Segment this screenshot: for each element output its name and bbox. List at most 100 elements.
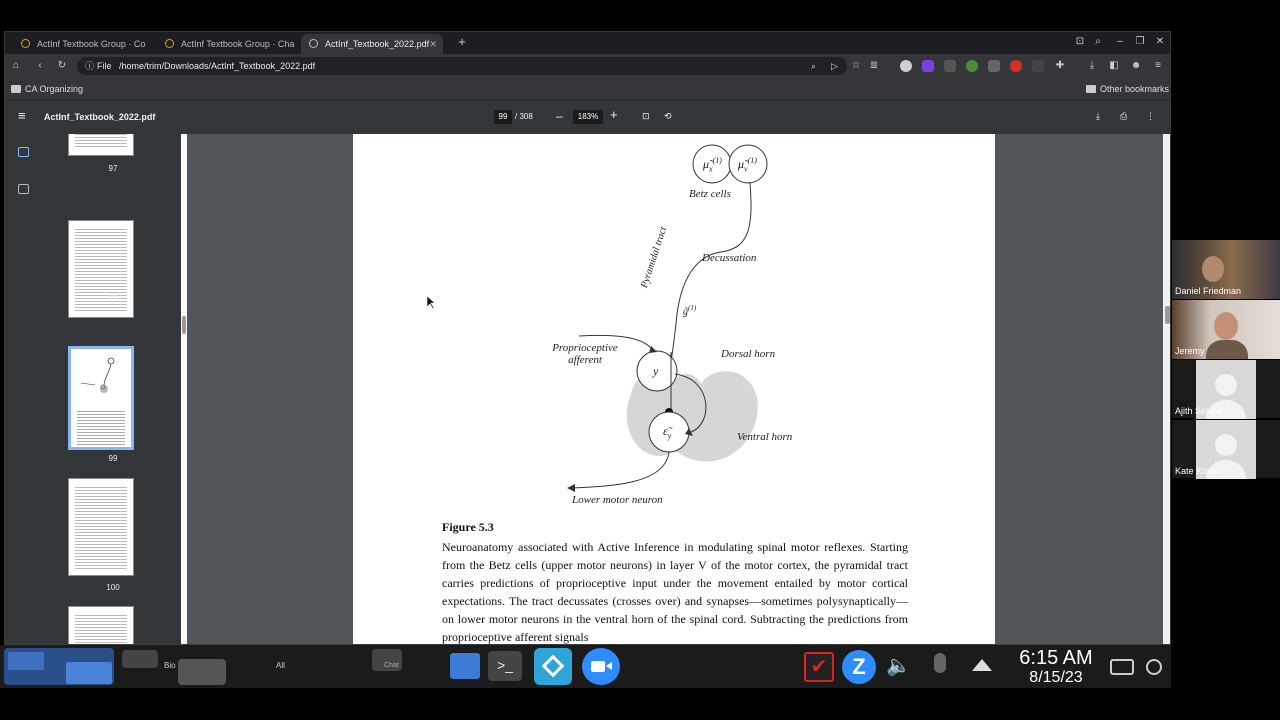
- menu-icon[interactable]: ≡: [1151, 59, 1165, 73]
- g-label: g̃(1): [683, 304, 697, 318]
- browser-window: ActInf Textbook Group · Co ActInf Textbo…: [4, 31, 1171, 645]
- extensions-puzzle-icon[interactable]: ✚: [1053, 59, 1067, 73]
- print-icon[interactable]: ⎙: [1120, 109, 1127, 123]
- zoom-out-button[interactable]: –: [556, 109, 563, 123]
- url-text: /home/trim/Downloads/ActInf_Textbook_202…: [119, 61, 316, 71]
- pdf-page: μ̃x(1) μ̃v(1) Betz cells Decussation Pyr…: [353, 134, 995, 644]
- thumbnail-page-99[interactable]: [68, 346, 134, 450]
- close-window-button[interactable]: ✕: [1153, 35, 1167, 49]
- adblock-icon[interactable]: [1010, 60, 1022, 72]
- power-icon[interactable]: [1146, 659, 1162, 675]
- fit-page-icon[interactable]: ⊡: [642, 109, 650, 123]
- scheme-label: File: [97, 61, 112, 71]
- sidebar-menu-icon[interactable]: ≡: [18, 109, 26, 123]
- favicon-icon: [21, 39, 30, 48]
- volume-icon[interactable]: 🔈: [886, 653, 911, 678]
- thumbnail-page-101[interactable]: [68, 606, 134, 644]
- mu-v-label: μ̃v(1): [738, 156, 757, 174]
- side-panel-icon[interactable]: ◧: [1107, 59, 1121, 73]
- page-number-input[interactable]: 99: [494, 110, 512, 124]
- decussation-label: Decussation: [702, 252, 757, 264]
- info-icon[interactable]: ⓘ: [85, 59, 94, 73]
- app-thumbnail-browser[interactable]: [122, 650, 158, 668]
- video-tile-ajith[interactable]: Ajith Senthil: [1172, 360, 1280, 419]
- extension-p-icon[interactable]: [1032, 60, 1044, 72]
- bookmark-other[interactable]: Other bookmarks: [1086, 82, 1169, 96]
- video-tile-daniel[interactable]: Daniel Friedman: [1172, 240, 1280, 299]
- clock-time[interactable]: 6:15 AM: [1008, 647, 1104, 670]
- page-scrollbar[interactable]: [1163, 134, 1170, 644]
- zoom-tray-icon[interactable]: Z: [842, 650, 876, 684]
- arrowhead: [567, 484, 575, 492]
- notifications-icon[interactable]: [1110, 659, 1134, 675]
- more-options-icon[interactable]: ⋮: [1146, 109, 1155, 123]
- reading-list-icon[interactable]: ≣: [867, 59, 881, 73]
- thumbnail-label: 97: [108, 164, 118, 173]
- thumbnail-page-98[interactable]: [68, 220, 134, 318]
- tasks-check-icon[interactable]: ✔: [804, 652, 834, 682]
- profile-icon[interactable]: ☻: [1129, 59, 1143, 73]
- app-label-bio[interactable]: Bio: [164, 661, 176, 670]
- video-tile-kate[interactable]: Kate Koles: [1172, 420, 1280, 479]
- tab-search-icon[interactable]: ⊡: [1073, 35, 1087, 49]
- workspace-switcher[interactable]: [4, 648, 114, 685]
- extension-green-icon[interactable]: [966, 60, 978, 72]
- files-icon[interactable]: [450, 653, 480, 679]
- zoom-level-input[interactable]: 183%: [573, 110, 603, 124]
- bookmark-ca-organizing[interactable]: CA Organizing: [11, 82, 83, 96]
- zoom-app-icon[interactable]: [582, 648, 620, 685]
- reload-icon[interactable]: ↻: [55, 59, 69, 73]
- taskbar: Bio All Chat >_ ✔ Z 🔈 6:15 AM 8/15/23: [0, 645, 1171, 688]
- zoom-in-button[interactable]: +: [610, 108, 618, 122]
- zoom-lens-icon[interactable]: ⌕: [811, 59, 816, 73]
- video-tile-jeremy[interactable]: Jeremy: [1172, 300, 1280, 359]
- bookmark-star-icon[interactable]: ☆: [849, 59, 863, 73]
- extension-grid-icon[interactable]: [944, 60, 956, 72]
- tray-expand-icon[interactable]: [972, 659, 992, 671]
- thumbnail-page-100[interactable]: [68, 478, 134, 576]
- participant-face: [1214, 312, 1238, 340]
- figure-caption-body: Neuroanatomy associated with Active Infe…: [442, 540, 908, 644]
- send-icon[interactable]: ▷: [831, 59, 838, 73]
- dropbox-icon[interactable]: [534, 648, 572, 685]
- download-icon[interactable]: ⤓: [1096, 109, 1100, 123]
- profile-extension-icon[interactable]: [900, 60, 912, 72]
- minimize-button[interactable]: –: [1113, 35, 1127, 49]
- address-bar[interactable]: ⓘ File /home/trim/Downloads/ActInf_Textb…: [77, 57, 847, 75]
- thumbnail-page-97[interactable]: [68, 134, 134, 156]
- video-call-panel: Daniel Friedman Jeremy Ajith Senthil Kat…: [1172, 240, 1280, 480]
- clock-date[interactable]: 8/15/23: [1008, 669, 1104, 687]
- proprioceptive-label: Proprioceptive afferent: [552, 342, 618, 366]
- terminal-icon[interactable]: >_: [488, 651, 522, 681]
- participant-face: [1202, 256, 1224, 282]
- tab-textbook-group-1[interactable]: ActInf Textbook Group · Co: [13, 34, 153, 54]
- extension-purple-icon[interactable]: [922, 60, 934, 72]
- microphone-icon[interactable]: [934, 653, 946, 673]
- thumbnail-label: 98: [108, 292, 118, 301]
- tab-textbook-group-2[interactable]: ActInf Textbook Group · Cha: [157, 34, 297, 54]
- tab-strip: ActInf Textbook Group · Co ActInf Textbo…: [5, 32, 1170, 54]
- neuroanatomy-figure: [567, 144, 768, 492]
- zoom-icon[interactable]: ⌕: [1091, 35, 1105, 49]
- extension-shield-icon[interactable]: [988, 60, 1000, 72]
- app-label-chat[interactable]: Chat: [384, 662, 399, 669]
- back-icon[interactable]: ‹: [33, 59, 47, 73]
- new-tab-button[interactable]: +: [455, 35, 469, 49]
- thumbnail-label: 100: [106, 583, 120, 592]
- downloads-icon[interactable]: ⤓: [1085, 59, 1099, 73]
- app-label-all[interactable]: All: [276, 661, 285, 670]
- outline-view-icon[interactable]: [18, 184, 29, 194]
- restore-button[interactable]: ❐: [1133, 35, 1147, 49]
- page-total: / 308: [515, 112, 533, 121]
- close-tab-icon[interactable]: ✕: [429, 34, 437, 54]
- pdf-filename: ActInf_Textbook_2022.pdf: [44, 112, 156, 122]
- rotate-icon[interactable]: ⟲: [664, 109, 672, 123]
- thumbnail-label: 99: [108, 454, 118, 463]
- sidebar-rail: [5, 134, 45, 644]
- home-icon[interactable]: ⌂: [9, 59, 23, 73]
- app-thumbnail-window[interactable]: [178, 659, 226, 685]
- dorsal-horn-label: Dorsal horn: [721, 348, 776, 360]
- favicon-icon: [165, 39, 174, 48]
- thumbnails-view-icon[interactable]: [18, 147, 29, 157]
- tab-pdf[interactable]: ActInf_Textbook_2022.pdf ✕: [301, 34, 443, 54]
